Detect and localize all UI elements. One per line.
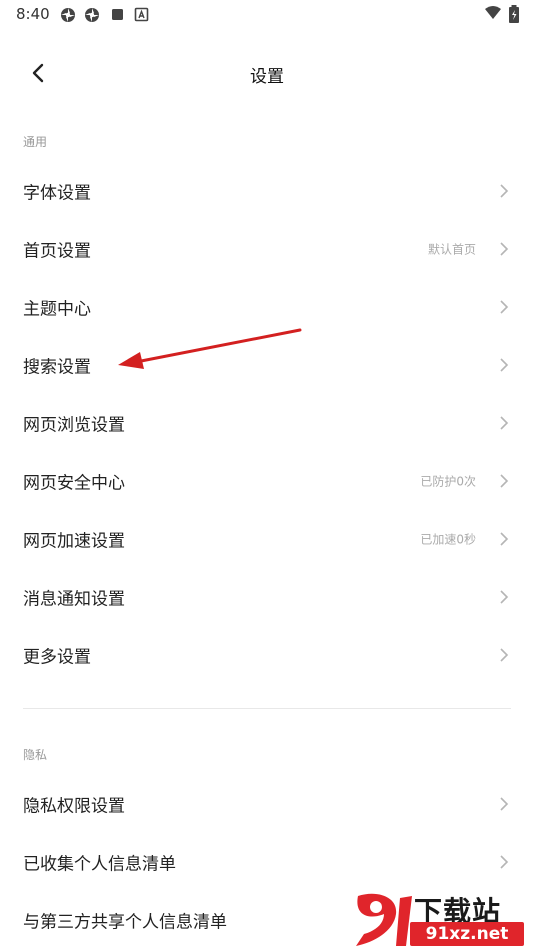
square-icon (112, 9, 123, 20)
settings-item-label: 网页浏览设置 (23, 415, 125, 436)
settings-item-label: 搜索设置 (23, 357, 91, 378)
chevron-right-icon (500, 532, 509, 546)
chevron-right-icon (500, 474, 509, 488)
section-label-general: 通用 (23, 135, 48, 149)
settings-item-theme[interactable]: 主题中心 (0, 278, 534, 336)
app-header: 设置 (0, 44, 534, 102)
status-time: 8:40 (16, 5, 50, 23)
status-bar: 8:40 (0, 0, 534, 30)
settings-item-search[interactable]: 搜索设置 (0, 336, 534, 394)
wifi-icon (485, 6, 501, 19)
section-divider (23, 708, 511, 709)
chevron-right-icon (500, 855, 509, 869)
settings-item-label: 与第三方共享个人信息清单 (23, 912, 227, 933)
chevron-right-icon (500, 797, 509, 811)
settings-item-value: 已防护0次 (420, 474, 476, 489)
settings-item-label: 首页设置 (23, 241, 91, 262)
settings-item-collected-info[interactable]: 已收集个人信息清单 (0, 833, 534, 891)
chevron-right-icon (500, 184, 509, 198)
chevron-right-icon (500, 416, 509, 430)
chevron-right-icon (500, 300, 509, 314)
settings-item-label: 更多设置 (23, 647, 91, 668)
battery-icon (509, 5, 519, 23)
settings-item-label: 已收集个人信息清单 (23, 854, 176, 875)
settings-item-label: 消息通知设置 (23, 589, 125, 610)
settings-item-label: 网页安全中心 (23, 473, 125, 494)
settings-item-more[interactable]: 更多设置 (0, 626, 534, 684)
settings-item-label: 隐私权限设置 (23, 796, 125, 817)
settings-item-value: 已加速0秒 (420, 532, 476, 547)
pinwheel-icon (61, 8, 75, 22)
settings-item-acceleration[interactable]: 网页加速设置 已加速0秒 (0, 510, 534, 568)
settings-item-value: 默认首页 (427, 242, 476, 257)
watermark: 下载站 91xz.net (346, 890, 526, 948)
pinwheel-icon (85, 8, 99, 22)
watermark-site: 91xz.net (410, 922, 524, 946)
settings-item-homepage[interactable]: 首页设置 默认首页 (0, 220, 534, 278)
section-label-privacy: 隐私 (23, 748, 48, 762)
page-title: 设置 (250, 67, 284, 87)
settings-item-notifications[interactable]: 消息通知设置 (0, 568, 534, 626)
settings-item-privacy-permissions[interactable]: 隐私权限设置 (0, 775, 534, 833)
settings-item-label: 字体设置 (23, 183, 91, 204)
settings-item-font[interactable]: 字体设置 (0, 162, 534, 220)
settings-item-browsing[interactable]: 网页浏览设置 (0, 394, 534, 452)
chevron-right-icon (500, 590, 509, 604)
settings-item-label: 主题中心 (23, 299, 91, 320)
a-badge-icon (134, 7, 149, 22)
settings-item-label: 网页加速设置 (23, 531, 125, 552)
chevron-right-icon (500, 358, 509, 372)
settings-item-security[interactable]: 网页安全中心 已防护0次 (0, 452, 534, 510)
watermark-logo-icon (356, 893, 412, 946)
chevron-right-icon (500, 242, 509, 256)
chevron-right-icon (500, 648, 509, 662)
